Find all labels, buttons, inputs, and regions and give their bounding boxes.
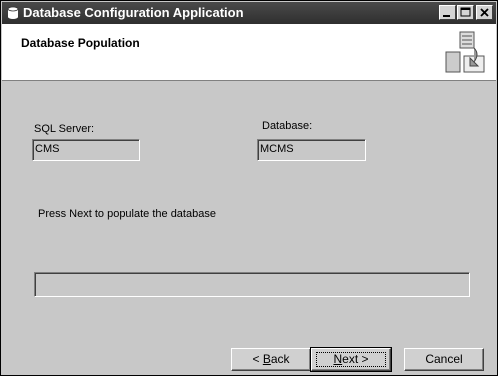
title-bar[interactable]: Database Configuration Application: [2, 2, 496, 24]
back-button[interactable]: < Back: [231, 348, 311, 371]
cancel-button[interactable]: Cancel: [404, 348, 484, 371]
back-label-rest: ack: [270, 352, 290, 366]
minimize-button[interactable]: [439, 5, 456, 20]
database-arrow-icon: [445, 31, 485, 73]
sql-server-field[interactable]: CMS: [32, 139, 140, 161]
dialog-window: Database Configuration Application Datab…: [0, 0, 498, 376]
focus-rect: [316, 352, 386, 367]
maximize-button[interactable]: [457, 5, 474, 20]
database-field[interactable]: MCMS: [257, 139, 366, 161]
minimize-icon: [443, 15, 450, 17]
close-button[interactable]: [476, 5, 493, 20]
page-title: Database Population: [21, 36, 140, 50]
database-label: Database:: [262, 120, 313, 132]
back-mnemonic: B: [262, 352, 271, 366]
instruction-text: Press Next to populate the database: [38, 208, 216, 220]
maximize-icon: [460, 7, 471, 17]
back-prefix: <: [252, 352, 263, 366]
window-title: Database Configuration Application: [23, 5, 244, 20]
progress-bar: [34, 272, 470, 297]
next-button[interactable]: Next >: [310, 347, 392, 372]
close-icon: [480, 8, 489, 17]
sql-server-label: SQL Server:: [34, 123, 95, 135]
wizard-header: Database Population: [2, 24, 496, 81]
database-icon: [7, 6, 19, 19]
